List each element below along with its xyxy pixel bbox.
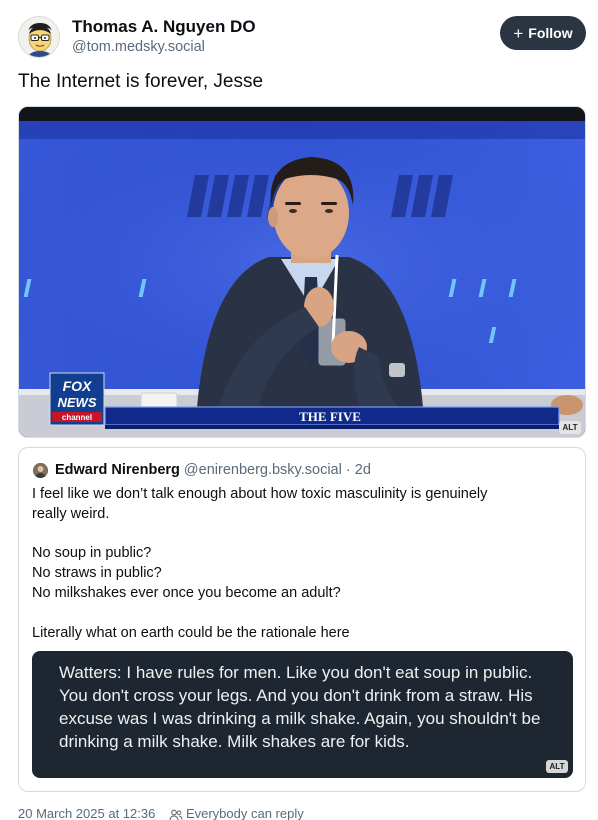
quoted-image-caption: Watters: I have rules for men. Like you … [59, 663, 541, 751]
post-timestamp: 20 March 2025 at 12:36 [18, 806, 156, 820]
quoted-text-line: Literally what on earth could be the rat… [32, 625, 350, 641]
quoted-image-alt-badge[interactable]: ALT [546, 760, 568, 773]
quoted-image[interactable]: Watters: I have rules for men. Like you … [32, 651, 573, 778]
quoted-author-avatar[interactable] [33, 463, 48, 478]
post-image[interactable]: FOX NEWS channel THE FIVE ALT [18, 106, 586, 438]
fox-news-logo: FOX NEWS channel [49, 372, 105, 426]
show-name-label: THE FIVE [299, 409, 361, 424]
follow-button[interactable]: + Follow [500, 16, 586, 50]
person-avatar-icon [33, 463, 48, 478]
quoted-text-line: No soup in public? [32, 545, 152, 561]
quoted-time[interactable]: 2d [355, 462, 371, 478]
quoted-post[interactable]: Edward Nirenberg @enirenberg.bsky.social… [18, 447, 586, 792]
author-display-name[interactable]: Thomas A. Nguyen DO [72, 17, 256, 37]
post-header: Thomas A. Nguyen DO @tom.medsky.social +… [18, 14, 586, 60]
fox-news-logo-line2: NEWS [58, 395, 97, 410]
author-avatar[interactable] [18, 16, 60, 58]
plus-icon: + [513, 23, 524, 43]
post-text: The Internet is forever, Jesse [18, 71, 264, 92]
quoted-text-line: No milkshakes ever once you become an ad… [32, 585, 341, 601]
image-alt-badge[interactable]: ALT [559, 421, 581, 434]
quoted-author-handle[interactable]: @enirenberg.bsky.social [184, 462, 342, 478]
follow-button-label: Follow [528, 25, 573, 41]
quoted-author-line: Edward Nirenberg @enirenberg.bsky.social… [55, 462, 371, 478]
reply-setting[interactable]: Everybody can reply [169, 806, 304, 820]
quoted-separator: · [345, 462, 351, 478]
cartoon-avatar-icon [19, 17, 59, 57]
post-footer: 20 March 2025 at 12:36 Everybody can rep… [18, 806, 304, 820]
fox-news-logo-line3: channel [62, 413, 92, 422]
tv-still-image: FOX NEWS channel THE FIVE [19, 107, 585, 437]
reply-setting-label: Everybody can reply [185, 806, 304, 820]
author-handle[interactable]: @tom.medsky.social [72, 39, 205, 55]
quoted-author-name[interactable]: Edward Nirenberg [55, 462, 180, 478]
quoted-text-line: I feel like we don’t talk enough about h… [32, 486, 488, 502]
quoted-text-line: No straws in public? [32, 565, 162, 581]
people-icon [169, 809, 183, 820]
fox-news-logo-line1: FOX [63, 378, 93, 394]
quoted-text-line: really weird. [32, 506, 110, 522]
